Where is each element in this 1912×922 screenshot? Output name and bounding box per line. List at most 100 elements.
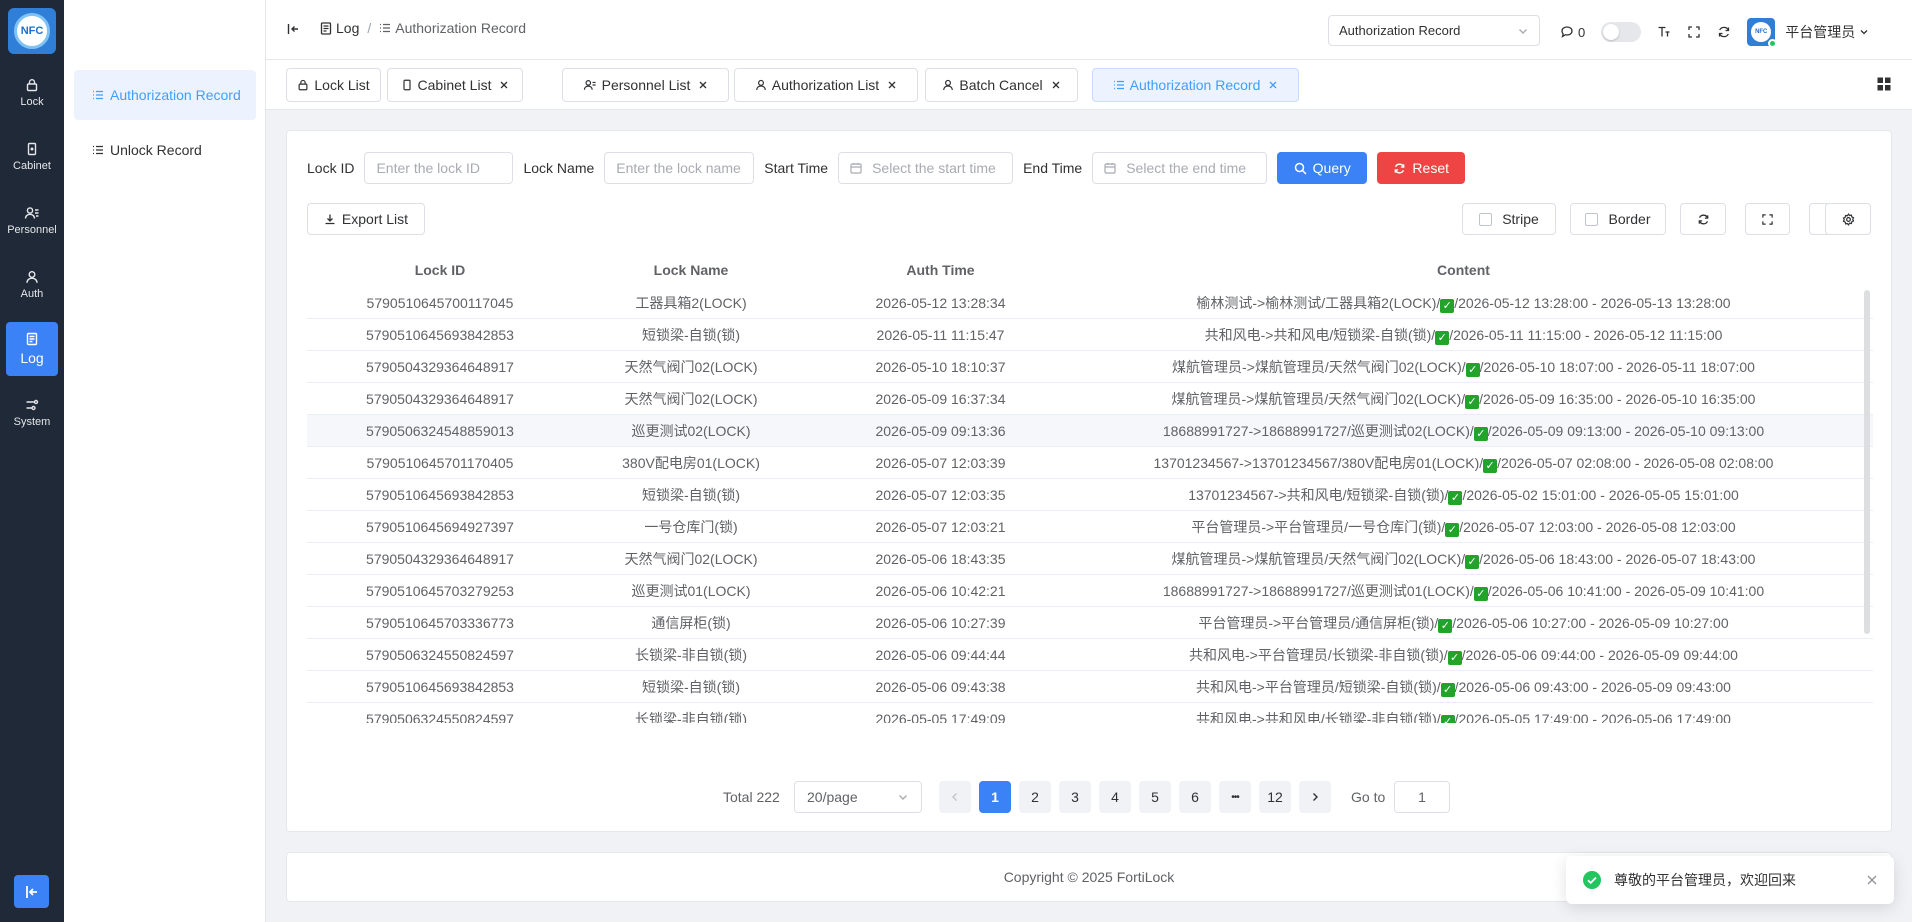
page-button-5[interactable]: 5 [1139,781,1171,813]
tab-lock-list[interactable]: Lock List [286,68,381,102]
cell-lock-name: 一号仓库门(锁) [644,518,738,535]
close-icon[interactable] [698,80,708,90]
page-button-3[interactable]: 3 [1059,781,1091,813]
rail-item-auth[interactable]: Auth [6,258,58,312]
rail-item-label: Log [20,350,44,366]
table-row[interactable]: 5790506324550824597 长锁梁-非自锁(锁) 2026-05-06 … [307,639,1873,671]
tab-label: Personnel List [601,77,691,93]
rail-item-label: Personnel [7,224,57,236]
messages-button[interactable]: 0 [1560,25,1585,40]
collapse-menu-button[interactable] [286,22,300,36]
rail-item-cabinet[interactable]: Cabinet [6,130,58,184]
close-icon[interactable] [1268,80,1278,90]
table-row[interactable]: 5790510645693842853 短锁梁-自锁(锁) 2026-05-07 1… [307,479,1873,511]
content-period: /2026-05-06 18:43:00 - 2026-05-07 18:43:… [1479,550,1756,567]
tabs-bar: Lock List Cabinet List Personnel List Au… [266,60,1912,110]
fullscreen-table-button[interactable] [1745,203,1790,235]
cell-content: 榆林测试->榆林测试/工器具箱2(LOCK)/✓/2026-05-12 13:2… [1072,293,1855,313]
close-icon[interactable] [887,80,897,90]
table-row[interactable]: 5790510645703336773 通信屏柜(锁) 2026-05-06 10:… [307,607,1873,639]
table-row[interactable]: 5790510645701170405 380V配电房01(LOCK) 2026-0… [307,447,1873,479]
table-row[interactable]: 5790504329364648917 天然气阀门02(LOCK) 2026-05-… [307,383,1873,415]
table-row[interactable]: 5790504329364648917 天然气阀门02(LOCK) 2026-05-… [307,543,1873,575]
page-button-1[interactable]: 1 [979,781,1011,813]
table-row[interactable]: 5790510645700117045 工器具箱2(LOCK) 2026-05-12… [307,287,1873,319]
prev-page-button[interactable] [939,781,971,813]
page-size-select[interactable]: 20/page [794,781,922,813]
refresh-button[interactable] [1717,25,1731,39]
theme-toggle[interactable] [1601,22,1642,42]
rail-item-lock[interactable]: Lock [6,66,58,120]
sidebar-collapse-button[interactable] [14,875,49,908]
next-page-button[interactable] [1299,781,1331,813]
lock-name-input[interactable]: Enter the lock name [604,152,755,184]
refresh-table-button[interactable] [1680,203,1726,235]
cell-content: 共和风电->平台管理员/长锁梁-非自锁(锁)/✓/2026-05-06 09:4… [1072,645,1855,665]
check-mark-icon: ✓ [1473,586,1488,601]
tab-cabinet-list[interactable]: Cabinet List [387,68,523,102]
close-icon[interactable] [1051,80,1061,90]
page-button-4[interactable]: 4 [1099,781,1131,813]
lock-id-input[interactable]: Enter the lock ID [364,152,514,184]
subnav-item-label: Unlock Record [110,142,202,158]
subnav-item-unlock-record[interactable]: Unlock Record [74,125,256,175]
checkbox-box [1585,212,1599,226]
breadcrumb-item-log[interactable]: Log [320,20,359,36]
page-button-2[interactable]: 2 [1019,781,1051,813]
table-row[interactable]: 5790506324548859013 巡更测试02(LOCK) 2026-05-0… [307,415,1873,447]
cell-auth-time: 2026-05-06 18:43:35 [875,550,1006,567]
check-mark-icon: ✓ [1440,298,1455,313]
border-checkbox[interactable]: Border [1570,203,1666,235]
menu-search-select[interactable]: Authorization Record [1328,15,1540,46]
page-button-12[interactable]: 12 [1259,781,1291,813]
table-row[interactable]: 5790510645693842853 短锁梁-自锁(锁) 2026-05-06 0… [307,671,1873,703]
cell-content: 煤航管理员->煤航管理员/天然气阀门02(LOCK)/✓/2026-05-10 … [1072,357,1855,377]
export-list-button[interactable]: Export List [307,203,425,235]
page-button-6[interactable]: 6 [1179,781,1211,813]
user-icon [25,270,39,284]
close-icon[interactable] [1866,874,1878,886]
app-logo: NFC [8,8,56,54]
table-row[interactable]: 5790504329364648917 天然气阀门02(LOCK) 2026-05-… [307,351,1873,383]
end-time-label: End Time [1023,160,1083,176]
cell-content: 平台管理员->平台管理员/通信屏柜(锁)/✓/2026-05-06 10:27:… [1072,613,1855,633]
goto-page-input[interactable]: 1 [1394,781,1450,813]
cell-auth-time: 2026-05-07 12:03:35 [875,486,1006,503]
font-size-button[interactable] [1657,25,1671,39]
close-icon[interactable] [499,80,509,90]
content-path: 18688991727->18688991727/巡更测试01(LOCK)/ [1162,582,1474,599]
table-row[interactable]: 5790510645694927397 一号仓库门(锁) 2026-05-07 12… [307,511,1873,543]
download-icon [324,213,336,225]
end-time-picker[interactable]: Select the end time [1092,152,1268,184]
check-mark-icon: ✓ [1448,490,1463,505]
more-pages-button[interactable]: ••• [1219,781,1251,813]
query-button[interactable]: Query [1277,152,1368,184]
user-menu[interactable]: NFC 平台管理员 [1747,18,1869,48]
refresh-icon [1697,213,1710,226]
table-row[interactable]: 5790506324550824597 长锁梁-非自锁(锁) 2026-05-05 … [307,703,1873,723]
tab-authorization-list[interactable]: Authorization List [734,68,918,102]
cell-lock-name: 380V配电房01(LOCK) [622,454,760,471]
rail-item-personnel[interactable]: Personnel [6,194,58,248]
tab-authorization-record[interactable]: Authorization Record [1092,68,1299,102]
border-label: Border [1608,211,1651,227]
tab-batch-cancel[interactable]: Batch Cancel [925,68,1078,102]
refresh-icon [1717,25,1731,39]
collapse-left-icon [286,22,300,36]
tabs-menu-button[interactable] [1876,76,1892,92]
table-row[interactable]: 5790510645693842853 短锁梁-自锁(锁) 2026-05-11 1… [307,319,1873,351]
fullscreen-button[interactable] [1687,25,1701,39]
table-scrollbar[interactable] [1864,290,1870,634]
start-time-picker[interactable]: Select the start time [838,152,1014,184]
table-row[interactable]: 5790510645703279253 巡更测试01(LOCK) 2026-05-0… [307,575,1873,607]
table-settings-button[interactable] [1825,203,1871,235]
cell-content: 煤航管理员->煤航管理员/天然气阀门02(LOCK)/✓/2026-05-09 … [1072,389,1855,409]
rail-item-log[interactable]: Log [6,322,58,376]
reset-button[interactable]: Reset [1377,152,1466,184]
tab-personnel-list[interactable]: Personnel List [562,68,729,102]
stripe-checkbox[interactable]: Stripe [1462,203,1556,235]
cell-lock-name: 通信屏柜(锁) [651,614,731,631]
rail-item-system[interactable]: System [6,386,58,440]
document-icon [320,21,332,35]
subnav-item-authorization-record[interactable]: Authorization Record [74,70,256,120]
